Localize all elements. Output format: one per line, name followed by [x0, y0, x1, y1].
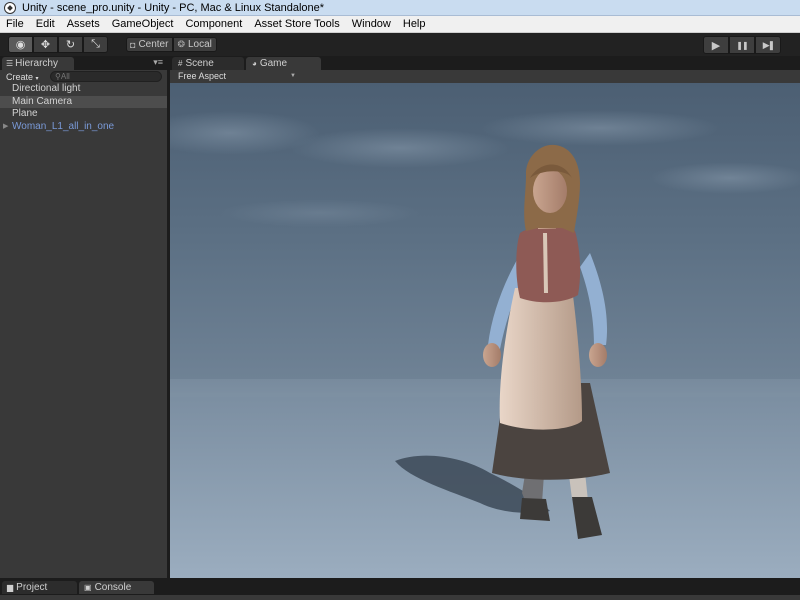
pivot-center-button[interactable]: ◘ Center — [126, 37, 174, 52]
hierarchy-search-input[interactable]: ⚲All — [50, 71, 162, 82]
hierarchy-item-woman[interactable]: ▶ Woman_L1_all_in_one — [0, 121, 167, 134]
hierarchy-item-label: Woman_L1_all_in_one — [12, 120, 115, 132]
hierarchy-item-plane[interactable]: Plane — [0, 108, 167, 121]
menu-edit[interactable]: Edit — [30, 16, 61, 33]
apron — [499, 288, 582, 430]
chevron-down-icon: ▾ — [35, 75, 39, 82]
pause-button[interactable]: ❚❚ — [729, 36, 755, 54]
tab-project[interactable]: ▆ Project — [2, 581, 77, 594]
cloud — [290, 128, 510, 168]
hierarchy-item-label: Main Camera — [12, 95, 73, 107]
unity-logo-icon — [4, 1, 16, 14]
list-icon: ☰ — [6, 59, 14, 68]
create-label: Create — [6, 71, 34, 82]
create-button[interactable]: Create ▾ — [0, 72, 45, 82]
rotate-tool-button[interactable]: ↻ — [58, 36, 83, 53]
menu-component[interactable]: Component — [179, 16, 248, 33]
window-title-bar[interactable]: Unity - scene_pro.unity - Unity - PC, Ma… — [0, 0, 800, 16]
console-toolbar — [0, 595, 800, 600]
hierarchy-item-main-camera[interactable]: Main Camera — [0, 95, 167, 108]
horizon-haze — [170, 379, 800, 397]
hierarchy-toolbar: Create ▾ ⚲All — [0, 70, 167, 83]
rotate-icon: ↻ — [65, 39, 76, 51]
space-local-label: Local — [188, 39, 212, 50]
view-tool-button[interactable]: ◉ — [8, 36, 33, 53]
aspect-ratio-label: Free Aspect — [178, 71, 227, 81]
bodice — [516, 225, 581, 303]
move-icon: ✥ — [40, 39, 51, 51]
menu-help[interactable]: Help — [397, 16, 432, 33]
transform-tools: ◉ ✥ ↻ ⤡ — [8, 36, 108, 53]
tab-project-label: Project — [16, 582, 48, 593]
expand-arrow-icon[interactable]: ▶ — [3, 121, 8, 134]
bodice-lacing — [543, 232, 548, 294]
arm-right — [580, 253, 608, 345]
scene-grid-icon: # — [178, 59, 183, 68]
hierarchy-item-label: Directional light — [12, 83, 81, 94]
search-placeholder: All — [60, 72, 70, 81]
game-view-toolbar: Free Aspect ▼ — [170, 70, 800, 83]
cloud — [650, 162, 800, 194]
folder-icon: ▆ — [7, 583, 14, 592]
move-tool-button[interactable]: ✥ — [33, 36, 58, 53]
main-toolbar: ◉ ✥ ↻ ⤡ ◘ Center ❂ Local ▶ ❚❚ ▶❚ — [0, 33, 800, 56]
tab-console[interactable]: ▣ Console — [79, 581, 154, 594]
play-icon: ▶ — [711, 39, 721, 52]
menu-asset-store-tools[interactable]: Asset Store Tools — [248, 16, 345, 33]
pause-icon: ❚❚ — [736, 40, 748, 50]
console-icon: ▣ — [84, 583, 92, 592]
tab-scene[interactable]: # Scene — [172, 57, 244, 70]
bottom-tab-bar: ▆ Project ▣ Console — [0, 578, 800, 600]
shoe-left — [520, 498, 550, 521]
tab-hierarchy[interactable]: ☰ Hierarchy — [2, 57, 74, 70]
hierarchy-item-label: Plane — [12, 108, 38, 119]
panel-menu-icon[interactable]: ▾≡ — [153, 57, 163, 68]
play-button[interactable]: ▶ — [703, 36, 729, 54]
view-tab-bar: # Scene ◕ Game — [170, 56, 800, 70]
hierarchy-tab-bar: ☰ Hierarchy ▾≡ — [0, 56, 167, 70]
step-button[interactable]: ▶❚ — [755, 36, 781, 54]
tab-console-label: Console — [94, 582, 132, 593]
chevron-down-icon: ▼ — [290, 73, 296, 79]
menu-gameobject[interactable]: GameObject — [106, 16, 180, 33]
local-space-icon: ❂ — [177, 39, 185, 49]
hand-left — [483, 343, 501, 367]
pivot-toggles: ◘ Center ❂ Local — [126, 37, 217, 52]
game-render — [170, 110, 800, 578]
pivot-center-label: Center — [138, 39, 169, 50]
game-viewport[interactable] — [170, 83, 800, 578]
game-pacman-icon: ◕ — [252, 59, 257, 68]
scale-icon: ⤡ — [91, 38, 100, 50]
cloud — [480, 110, 720, 146]
hand-right — [589, 343, 607, 367]
space-local-button[interactable]: ❂ Local — [173, 37, 217, 52]
tab-game-label: Game — [259, 58, 288, 69]
face — [533, 169, 567, 213]
menu-file[interactable]: File — [0, 16, 30, 33]
pivot-icon: ◘ — [130, 39, 136, 50]
tab-game[interactable]: ◕ Game — [246, 57, 321, 70]
playback-controls: ▶ ❚❚ ▶❚ — [703, 36, 781, 54]
menu-assets[interactable]: Assets — [61, 16, 106, 33]
menu-bar: File Edit Assets GameObject Component As… — [0, 16, 800, 33]
eye-icon: ◉ — [15, 39, 26, 51]
tab-hierarchy-label: Hierarchy — [15, 58, 58, 69]
tab-scene-label: Scene — [185, 58, 214, 69]
hierarchy-item-directional-light[interactable]: Directional light — [0, 83, 167, 96]
window-title: Unity - scene_pro.unity - Unity - PC, Ma… — [22, 1, 325, 14]
cloud — [220, 199, 420, 227]
aspect-ratio-dropdown[interactable]: Free Aspect ▼ — [174, 70, 298, 82]
step-icon: ▶❚ — [762, 39, 776, 50]
menu-window[interactable]: Window — [346, 16, 397, 33]
hierarchy-list: Directional light Main Camera Plane ▶ Wom… — [0, 83, 167, 578]
scale-tool-button[interactable]: ⤡ — [83, 36, 108, 53]
